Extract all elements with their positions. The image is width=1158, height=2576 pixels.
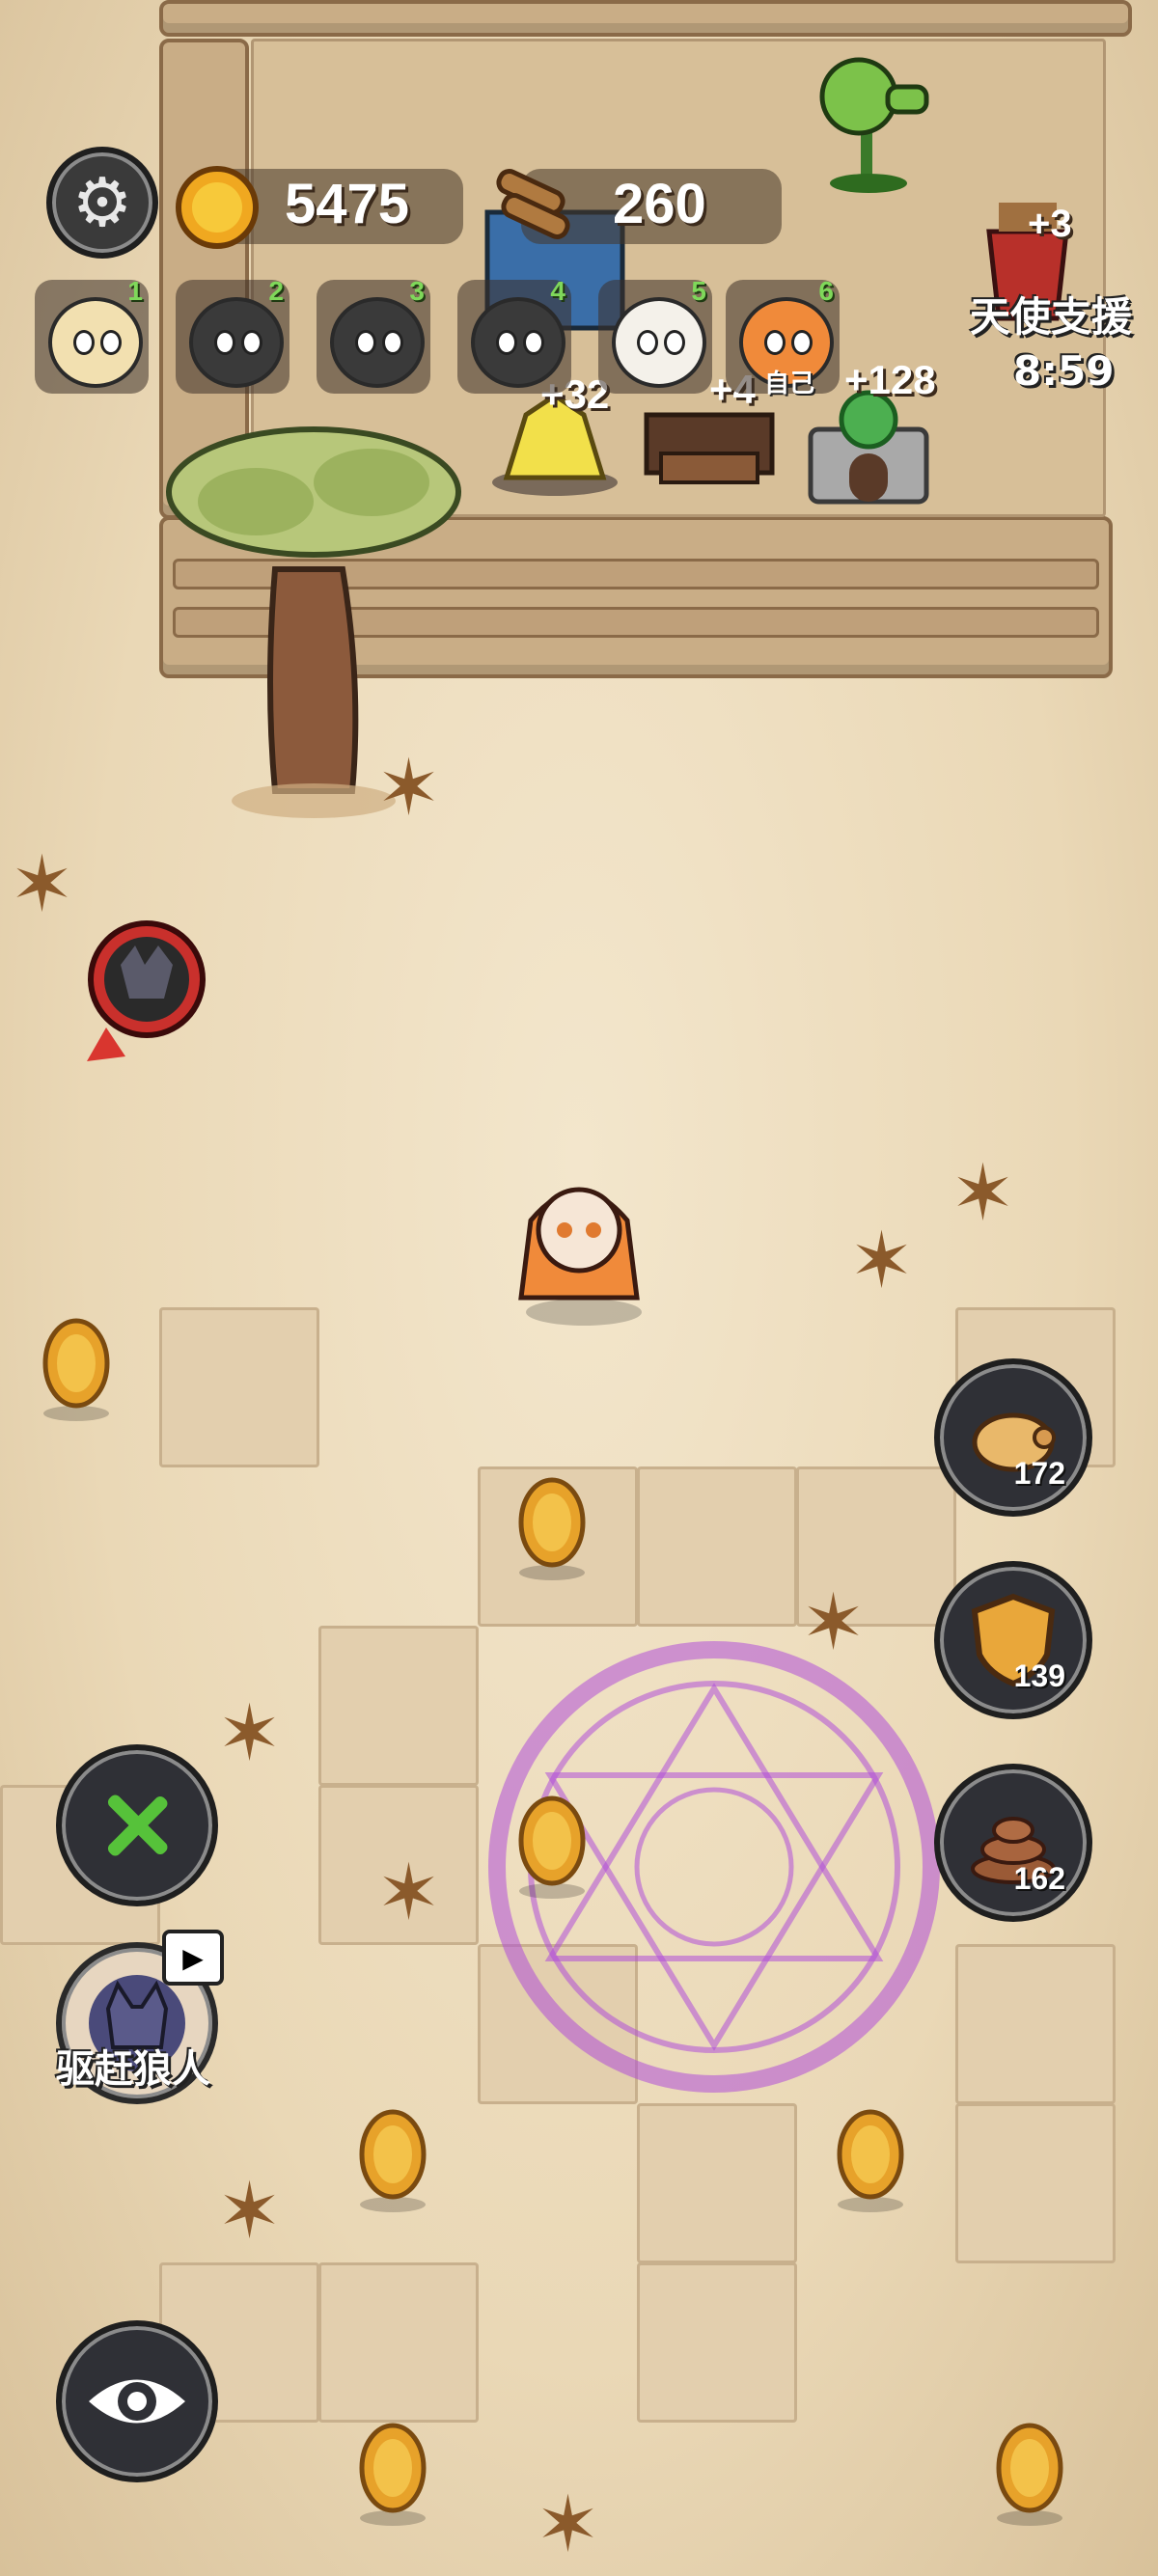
coin-pickup[interactable]: [357, 2108, 428, 2214]
dry-plant: ✶: [951, 1148, 1016, 1238]
build-tools-button[interactable]: [56, 1744, 218, 1906]
gain-label: +3: [1028, 203, 1072, 245]
dry-plant: ✶: [217, 2166, 283, 2256]
peashooter-plant: [819, 57, 929, 193]
poop-count: 162: [1013, 1861, 1065, 1896]
settings-button[interactable]: ⚙: [46, 147, 158, 259]
stone-hut-building[interactable]: [796, 386, 941, 511]
video-ad-icon: ▶: [162, 1930, 224, 1986]
expel-wolf-label[interactable]: 驱赶狼人: [56, 2038, 210, 2094]
wood-count: 260: [613, 173, 706, 235]
player-slot-4[interactable]: 4: [457, 276, 571, 394]
coin-icon: [176, 166, 259, 249]
dry-plant: ✶: [536, 2480, 601, 2569]
shield-button[interactable]: 139: [934, 1561, 1092, 1719]
player-rank: 2: [268, 276, 284, 306]
player-rank: 5: [691, 276, 706, 306]
player-avatar: [330, 297, 425, 388]
piggy-bank-count: 172: [1013, 1456, 1065, 1491]
dry-plant: ✶: [849, 1216, 915, 1305]
eye-icon: [89, 2379, 185, 2424]
coin-pickup[interactable]: [41, 1317, 112, 1423]
stone-wall-top: [159, 0, 1132, 37]
floor-tile[interactable]: [637, 1466, 797, 1627]
player-avatar: [189, 297, 284, 388]
floor-tile[interactable]: [955, 2103, 1116, 2263]
floor-tile[interactable]: [159, 1307, 319, 1467]
floor-tile[interactable]: [318, 2262, 479, 2423]
floor-tile[interactable]: [637, 2103, 797, 2263]
player-avatar: [471, 297, 565, 388]
coin-pickup[interactable]: [994, 2422, 1065, 2528]
piggy-bank-button[interactable]: 172: [934, 1358, 1092, 1517]
floor-tile[interactable]: [637, 2262, 797, 2423]
player-slot-2[interactable]: 2: [176, 276, 290, 394]
dry-plant: ✶: [10, 839, 75, 929]
player-rank: 3: [409, 276, 425, 306]
wood-icon: [496, 169, 570, 239]
dry-plant: ✶: [217, 1688, 283, 1778]
coin-pickup[interactable]: [835, 2108, 906, 2214]
dry-plant: ✶: [801, 1577, 867, 1667]
floor-tile[interactable]: [955, 1944, 1116, 2104]
dry-plant: ✶: [376, 1848, 442, 1937]
player-rank: 4: [550, 276, 565, 306]
shield-count: 139: [1013, 1658, 1065, 1693]
coin-pickup[interactable]: [516, 1795, 588, 1901]
player-rank: 6: [818, 276, 834, 306]
floor-tile[interactable]: [318, 1626, 479, 1786]
player-slot-5[interactable]: 5: [598, 276, 712, 394]
game-board[interactable]: ✶ ✶ ✶ ✶ ✶ ✶ ✶ ✶ ✶ +32 +4 +128 +3: [0, 0, 1158, 2576]
coin-count: 5475: [285, 173, 410, 235]
poop-button[interactable]: 162: [934, 1764, 1092, 1922]
player-slot-1[interactable]: 1: [35, 276, 149, 394]
player-slot-6[interactable]: 6 自己: [726, 276, 840, 398]
player-avatar: [48, 297, 143, 388]
gain-label: +128: [844, 357, 936, 402]
player-slot-3[interactable]: 3: [317, 276, 430, 394]
wolf-enemy-marker[interactable]: [77, 912, 212, 1085]
player-rank: 1: [127, 276, 143, 306]
coin-pickup[interactable]: [516, 1476, 588, 1582]
player-avatar: [612, 297, 706, 388]
angel-support-timer: 8:59: [1013, 347, 1115, 395]
player-sheep-character[interactable]: [502, 1153, 656, 1327]
self-tag: 自己: [764, 370, 815, 398]
angel-support-label[interactable]: 天使支援: [970, 285, 1132, 343]
gear-icon: ⚙: [71, 163, 133, 242]
dry-plant: ✶: [376, 743, 442, 833]
view-toggle-button[interactable]: [56, 2320, 218, 2482]
coin-pickup[interactable]: [357, 2422, 428, 2528]
wrench-hammer-icon: [107, 1795, 168, 1856]
